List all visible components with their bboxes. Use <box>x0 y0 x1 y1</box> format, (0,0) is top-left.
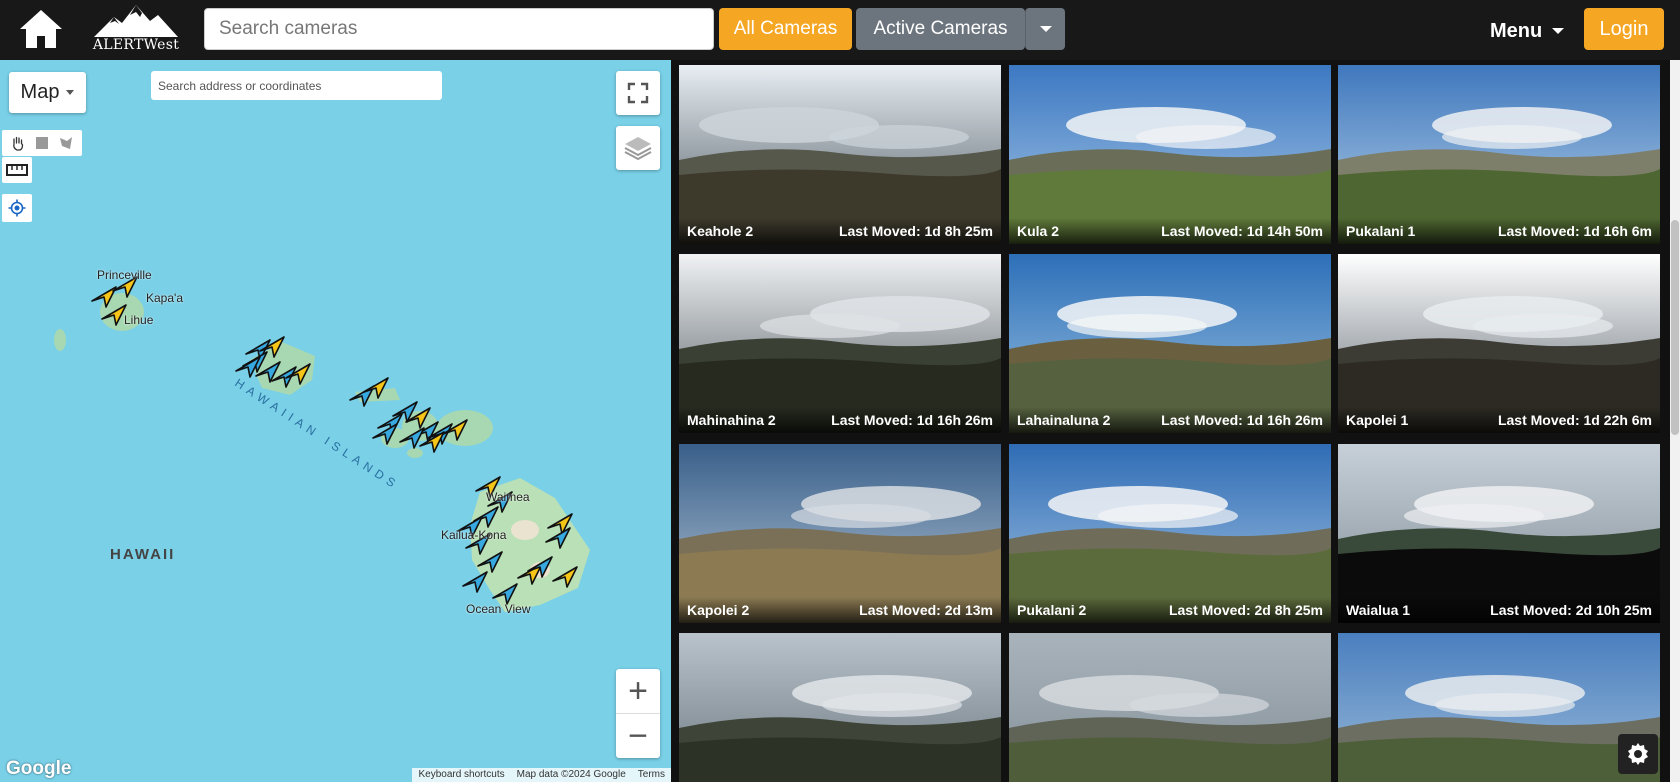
camera-marker-active[interactable] <box>462 571 488 593</box>
camera-caption: Waialua 1 Last Moved: 2d 10h 25m <box>1338 597 1660 623</box>
active-cameras-button[interactable]: Active Cameras <box>856 8 1025 50</box>
camera-card[interactable]: Keahole 2 Last Moved: 1d 8h 25m <box>679 65 1001 244</box>
map-label-kapaa: Kapa'a <box>146 291 183 305</box>
logo-text: ALERTWest <box>92 37 180 53</box>
camera-name: Kula 2 <box>1017 223 1060 239</box>
menu-dropdown[interactable]: Menu <box>1490 16 1565 46</box>
camera-feed-image <box>1338 633 1660 782</box>
camera-caption: Mahinahina 2 Last Moved: 1d 16h 26m <box>679 407 1001 433</box>
map-label-princeville: Princeville <box>97 268 152 282</box>
camera-caption: Kula 2 Last Moved: 1d 14h 50m <box>1009 218 1331 244</box>
google-logo: Google <box>6 758 72 779</box>
camera-caption: Pukalani 2 Last Moved: 2d 8h 25m <box>1009 597 1331 623</box>
camera-card[interactable]: Mahinahina 2 Last Moved: 1d 16h 26m <box>679 254 1001 433</box>
terms-link[interactable]: Terms <box>632 768 671 782</box>
layers-icon[interactable] <box>616 126 660 170</box>
camera-caption: Kapolei 1 Last Moved: 1d 22h 6m <box>1338 407 1660 433</box>
all-cameras-button[interactable]: All Cameras <box>719 8 852 50</box>
map-canvas[interactable]: HAWAIIAN ISLANDS <box>0 60 671 782</box>
camera-filter-dropdown-button[interactable] <box>1025 8 1065 50</box>
zoom-in-button[interactable]: + <box>616 669 660 713</box>
map-label-waimea: Waimea <box>486 490 530 504</box>
camera-grid: Keahole 2 Last Moved: 1d 8h 25m Kula 2 L… <box>671 60 1671 782</box>
alertwest-logo[interactable]: ALERTWest <box>92 3 180 55</box>
camera-card[interactable]: Lahainaluna 2 Last Moved: 1d 16h 26m <box>1009 254 1331 433</box>
hand-pan-icon[interactable] <box>8 133 28 153</box>
menu-label: Menu <box>1490 19 1543 42</box>
camera-caption: Lahainaluna 2 Last Moved: 1d 16h 26m <box>1009 407 1331 433</box>
home-icon[interactable] <box>18 8 64 50</box>
camera-card[interactable]: Kapolei 2 Last Moved: 2d 13m <box>679 444 1001 623</box>
camera-card[interactable]: Waialua 1 Last Moved: 2d 10h 25m <box>1338 444 1660 623</box>
camera-feed-image <box>679 633 1001 782</box>
scrollbar-thumb[interactable] <box>1671 220 1679 435</box>
camera-card[interactable]: Pukalani 1 Last Moved: 1d 16h 6m <box>1338 65 1660 244</box>
camera-name: Mahinahina 2 <box>687 412 776 428</box>
chevron-down-icon <box>1039 26 1052 32</box>
map-label-lihue: Lihue <box>124 313 154 327</box>
map-type-dropdown[interactable]: Map <box>9 72 86 113</box>
camera-card[interactable] <box>1338 633 1660 782</box>
camera-last-moved: Last Moved: 1d 14h 50m <box>1161 223 1323 239</box>
ruler-measure-icon[interactable] <box>2 157 32 183</box>
zoom-out-button[interactable]: − <box>616 714 660 758</box>
map-type-label: Map <box>20 81 60 103</box>
camera-feed-image <box>1009 633 1331 782</box>
camera-card[interactable] <box>1009 633 1331 782</box>
top-navbar: ALERTWest All Cameras Active Cameras Men… <box>0 0 1680 60</box>
chevron-down-icon <box>1552 28 1565 34</box>
map-attribution: Keyboard shortcuts Map data ©2024 Google… <box>412 768 671 782</box>
camera-name: Kapolei 1 <box>1346 412 1409 428</box>
camera-card[interactable]: Pukalani 2 Last Moved: 2d 8h 25m <box>1009 444 1331 623</box>
address-search-input[interactable] <box>151 71 442 100</box>
fullscreen-icon[interactable] <box>616 71 660 115</box>
camera-name: Keahole 2 <box>687 223 754 239</box>
map-panel[interactable]: HAWAIIAN ISLANDS Princeville Kapa'a Lihu… <box>0 60 671 782</box>
camera-last-moved: Last Moved: 2d 10h 25m <box>1490 602 1652 618</box>
camera-last-moved: Last Moved: 2d 13m <box>859 602 993 618</box>
camera-last-moved: Last Moved: 1d 22h 6m <box>1497 412 1652 428</box>
camera-last-moved: Last Moved: 2d 8h 25m <box>1168 602 1323 618</box>
camera-last-moved: Last Moved: 1d 8h 25m <box>838 223 993 239</box>
map-label-hawaii: HAWAII <box>110 546 176 563</box>
camera-card[interactable]: Kapolei 1 Last Moved: 1d 22h 6m <box>1338 254 1660 433</box>
camera-card[interactable] <box>679 633 1001 782</box>
camera-last-moved: Last Moved: 1d 16h 6m <box>1497 223 1652 239</box>
camera-search-input[interactable] <box>204 8 714 50</box>
map-label-ocean-view: Ocean View <box>466 602 531 616</box>
camera-card[interactable]: Kula 2 Last Moved: 1d 14h 50m <box>1009 65 1331 244</box>
polygon-draw-icon[interactable] <box>56 133 76 153</box>
chevron-down-icon <box>66 90 75 95</box>
camera-name: Kapolei 2 <box>687 602 750 618</box>
camera-name: Lahainaluna 2 <box>1017 412 1111 428</box>
map-data-text: Map data ©2024 Google <box>516 769 626 780</box>
camera-caption: Pukalani 1 Last Moved: 1d 16h 6m <box>1338 218 1660 244</box>
rectangle-draw-icon[interactable] <box>32 133 52 153</box>
my-location-icon[interactable] <box>2 194 32 222</box>
login-button[interactable]: Login <box>1584 8 1664 50</box>
camera-name: Waialua 1 <box>1346 602 1411 618</box>
keyboard-shortcuts-link[interactable]: Keyboard shortcuts <box>412 768 510 782</box>
camera-caption: Keahole 2 Last Moved: 1d 8h 25m <box>679 218 1001 244</box>
camera-name: Pukalani 1 <box>1346 223 1416 239</box>
camera-last-moved: Last Moved: 1d 16h 26m <box>1161 412 1323 428</box>
zoom-controls: + − <box>616 669 660 758</box>
map-label-kailua-kona: Kailua-Kona <box>441 528 507 542</box>
camera-caption: Kapolei 2 Last Moved: 2d 13m <box>679 597 1001 623</box>
grid-scrollbar[interactable] <box>1670 60 1680 782</box>
drawing-toolbar <box>2 130 82 156</box>
gear-icon[interactable] <box>1618 734 1658 774</box>
camera-name: Pukalani 2 <box>1017 602 1087 618</box>
camera-last-moved: Last Moved: 1d 16h 26m <box>831 412 993 428</box>
